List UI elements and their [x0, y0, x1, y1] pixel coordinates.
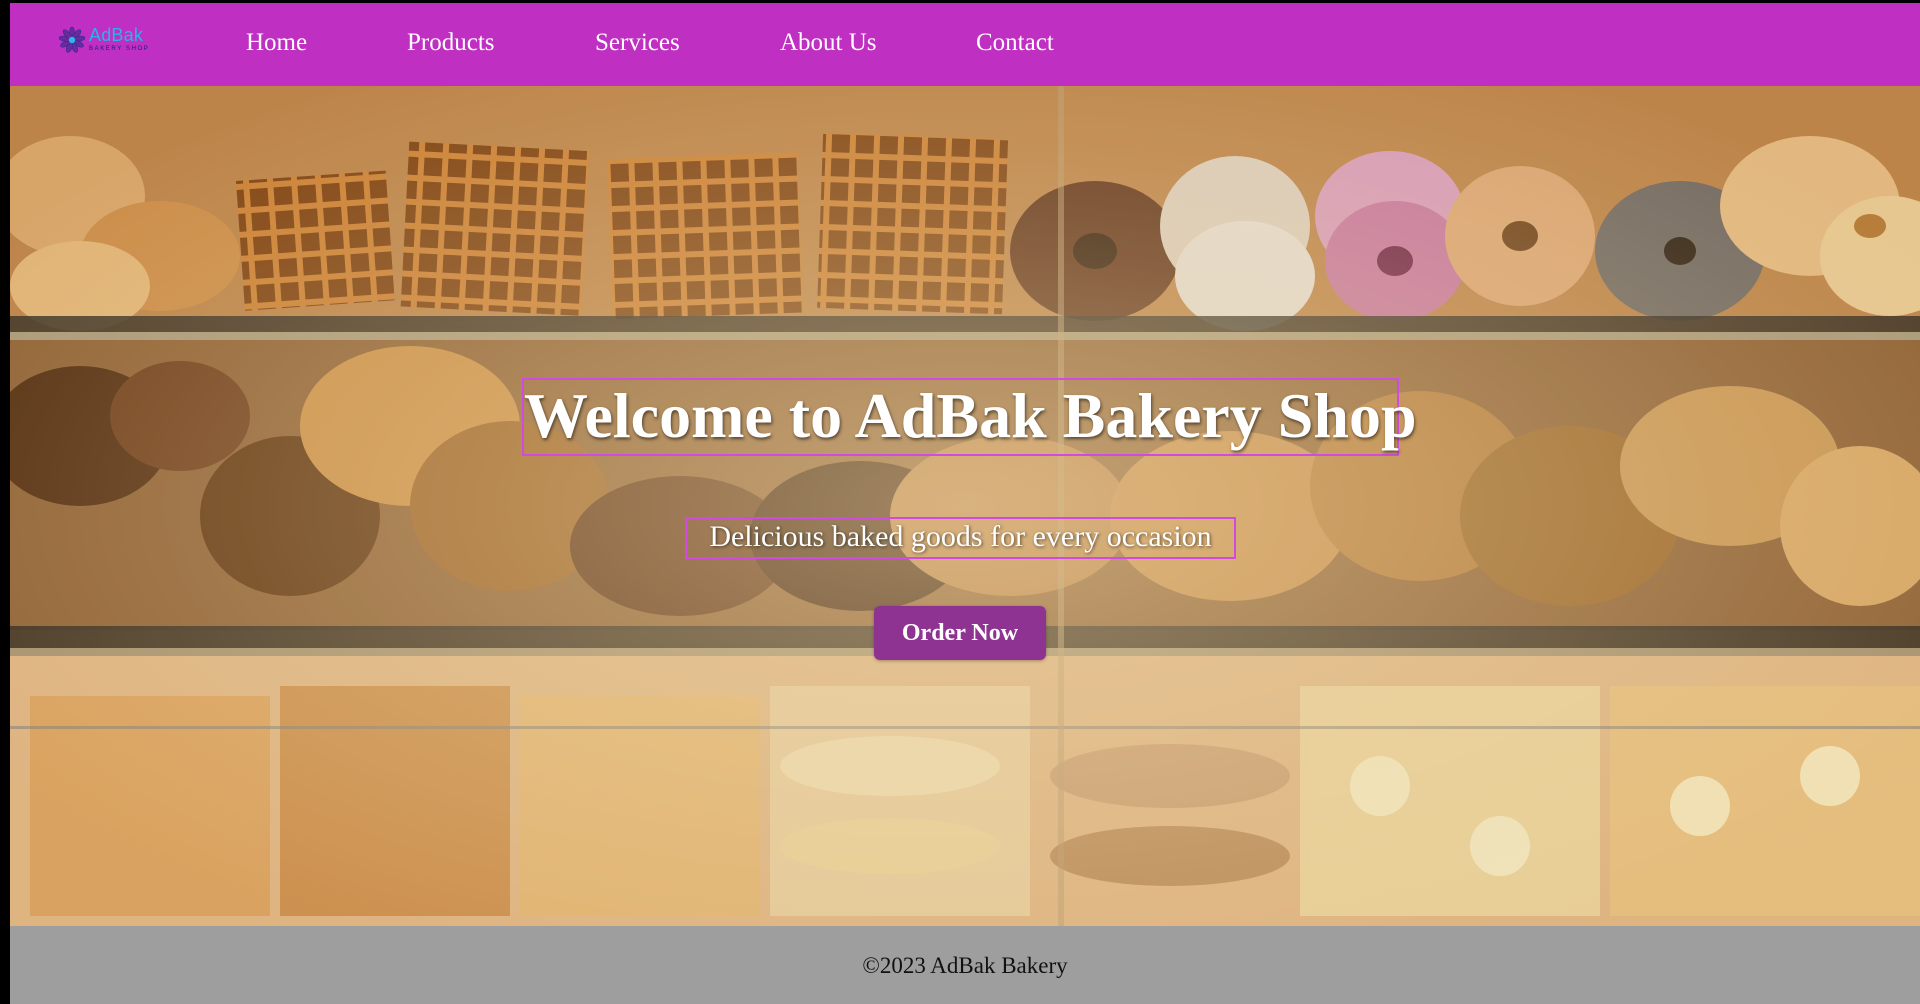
hero-title: Welcome to AdBak Bakery Shop: [522, 378, 1417, 456]
logo-tagline: BAKERY SHOP: [89, 46, 150, 52]
flower-icon: [58, 26, 86, 53]
nav-contact[interactable]: Contact: [976, 28, 1054, 58]
logo-word: AdBak: [89, 25, 144, 45]
navbar: AdBak BAKERY SHOP Home Products Services…: [10, 3, 1920, 86]
bakery-display-background: [10, 86, 1920, 926]
nav-services[interactable]: Services: [595, 28, 680, 58]
brand-logo-text: AdBak BAKERY SHOP: [89, 25, 149, 53]
nav-products[interactable]: Products: [407, 28, 495, 58]
footer-copyright: ©2023 AdBak Bakery: [862, 953, 1068, 978]
hero-section: Welcome to AdBak Bakery Shop Delicious b…: [10, 86, 1920, 926]
nav-home[interactable]: Home: [246, 28, 307, 58]
hero-subtitle: Delicious baked goods for every occasion: [685, 517, 1236, 559]
footer: ©2023 AdBak Bakery: [10, 926, 1920, 1004]
order-now-button[interactable]: Order Now: [874, 606, 1046, 660]
nav-about-us[interactable]: About Us: [780, 28, 877, 58]
brand-logo[interactable]: AdBak BAKERY SHOP: [58, 25, 150, 61]
page: AdBak BAKERY SHOP Home Products Services…: [10, 3, 1920, 1004]
